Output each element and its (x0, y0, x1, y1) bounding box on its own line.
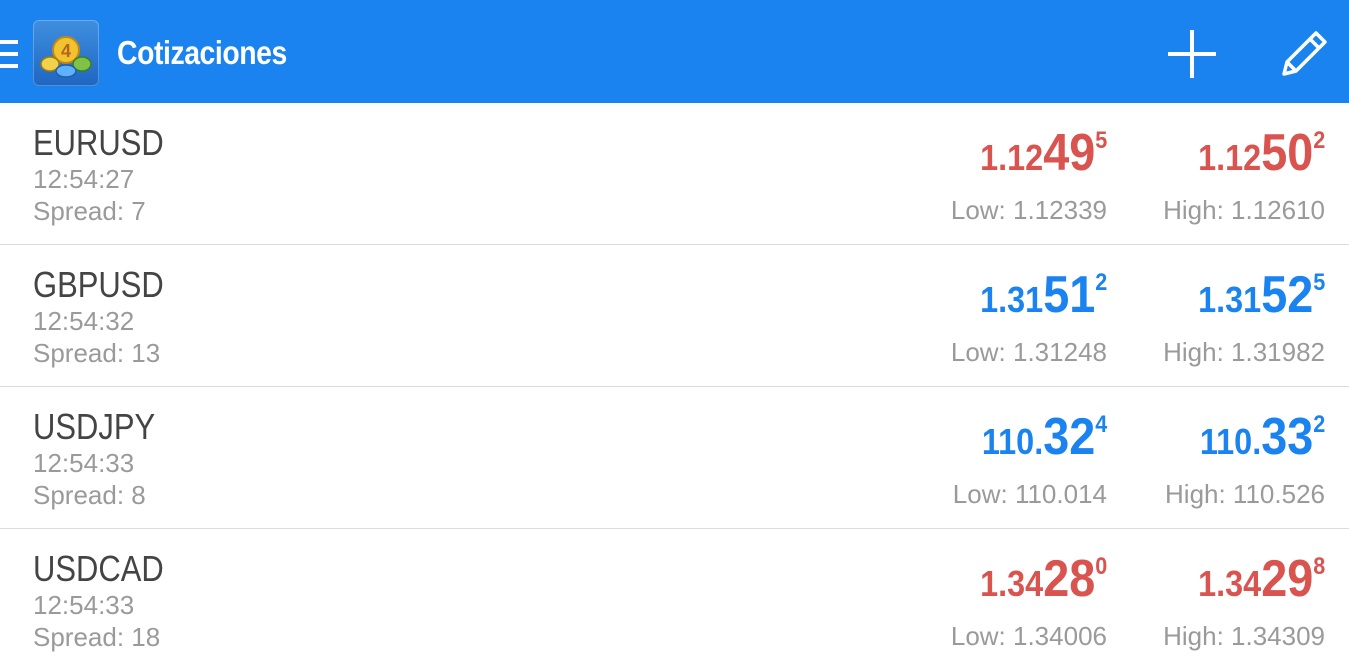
ask-price: 110.332 (1200, 407, 1325, 467)
bid-price-pips: 49 (1042, 124, 1095, 182)
quote-row[interactable]: USDCAD 12:54:33 Spread: 18 1.34280 1.342… (0, 529, 1349, 670)
quote-time: 12:54:33 (33, 590, 135, 620)
bid-price: 110.324 (982, 407, 1107, 467)
edit-pencil-icon[interactable] (1272, 22, 1336, 86)
bid-price-pips: 28 (1042, 550, 1095, 608)
symbol-name: USDJPY (33, 406, 156, 447)
spread-text: Spread: 7 (33, 196, 146, 226)
bid-price-point: 2 (1094, 269, 1107, 296)
bid-price: 1.34280 (980, 549, 1107, 609)
metatrader-app-icon[interactable]: 4 (33, 20, 99, 86)
high-price: High: 1.31982 (1163, 337, 1325, 367)
spread-text: Spread: 8 (33, 480, 146, 510)
ask-price-pips: 29 (1260, 550, 1313, 608)
page-title: Cotizaciones (117, 34, 287, 71)
symbol-name: GBPUSD (33, 264, 164, 305)
bid-price-pips: 51 (1042, 266, 1095, 324)
spread-text: Spread: 13 (33, 338, 161, 368)
symbol-name: USDCAD (33, 548, 164, 589)
ask-price-point: 2 (1312, 127, 1325, 154)
ask-price: 1.12502 (1198, 123, 1325, 183)
high-price: High: 1.12610 (1163, 195, 1325, 225)
bid-price-main: 1.31 (979, 279, 1043, 320)
ask-price-pips: 33 (1260, 408, 1313, 466)
bid-price: 1.31512 (980, 265, 1107, 325)
ask-price: 1.34298 (1198, 549, 1325, 609)
symbol-name: EURUSD (33, 122, 164, 163)
ask-price-point: 5 (1312, 269, 1325, 296)
high-price: High: 110.526 (1165, 479, 1325, 509)
bid-price-main: 1.12 (979, 137, 1043, 178)
svg-text:4: 4 (61, 41, 71, 61)
ask-price-pips: 50 (1260, 124, 1313, 182)
bid-price: 1.12495 (980, 123, 1107, 183)
ask-price-main: 1.34 (1197, 563, 1261, 604)
low-price: Low: 1.12339 (950, 195, 1107, 225)
menu-icon[interactable] (0, 40, 18, 68)
quotes-list: EURUSD 12:54:27 Spread: 7 1.12495 1.1250… (0, 103, 1349, 670)
low-price: Low: 1.31248 (950, 337, 1107, 367)
quote-row[interactable]: EURUSD 12:54:27 Spread: 7 1.12495 1.1250… (0, 103, 1349, 245)
bid-price-main: 1.34 (979, 563, 1043, 604)
bid-price-pips: 32 (1042, 408, 1095, 466)
low-price: Low: 110.014 (952, 479, 1107, 509)
add-icon[interactable] (1160, 22, 1224, 86)
bid-price-point: 4 (1094, 411, 1107, 438)
low-price: Low: 1.34006 (950, 621, 1107, 651)
app-bar: 4 Cotizaciones (0, 0, 1349, 103)
high-price: High: 1.34309 (1163, 621, 1325, 651)
bid-price-main: 110. (981, 421, 1043, 462)
ask-price: 1.31525 (1198, 265, 1325, 325)
quote-row[interactable]: USDJPY 12:54:33 Spread: 8 110.324 110.33… (0, 387, 1349, 529)
quote-row[interactable]: GBPUSD 12:54:32 Spread: 13 1.31512 1.315… (0, 245, 1349, 387)
ask-price-main: 110. (1199, 421, 1261, 462)
ask-price-main: 1.12 (1197, 137, 1261, 178)
ask-price-main: 1.31 (1197, 279, 1261, 320)
bid-price-point: 5 (1094, 127, 1107, 154)
ask-price-pips: 52 (1260, 266, 1313, 324)
ask-price-point: 2 (1312, 411, 1325, 438)
quote-time: 12:54:32 (33, 306, 135, 336)
quote-time: 12:54:33 (33, 448, 135, 478)
quote-time: 12:54:27 (33, 164, 135, 194)
ask-price-point: 8 (1312, 553, 1325, 580)
bid-price-point: 0 (1094, 553, 1107, 580)
spread-text: Spread: 18 (33, 622, 161, 652)
